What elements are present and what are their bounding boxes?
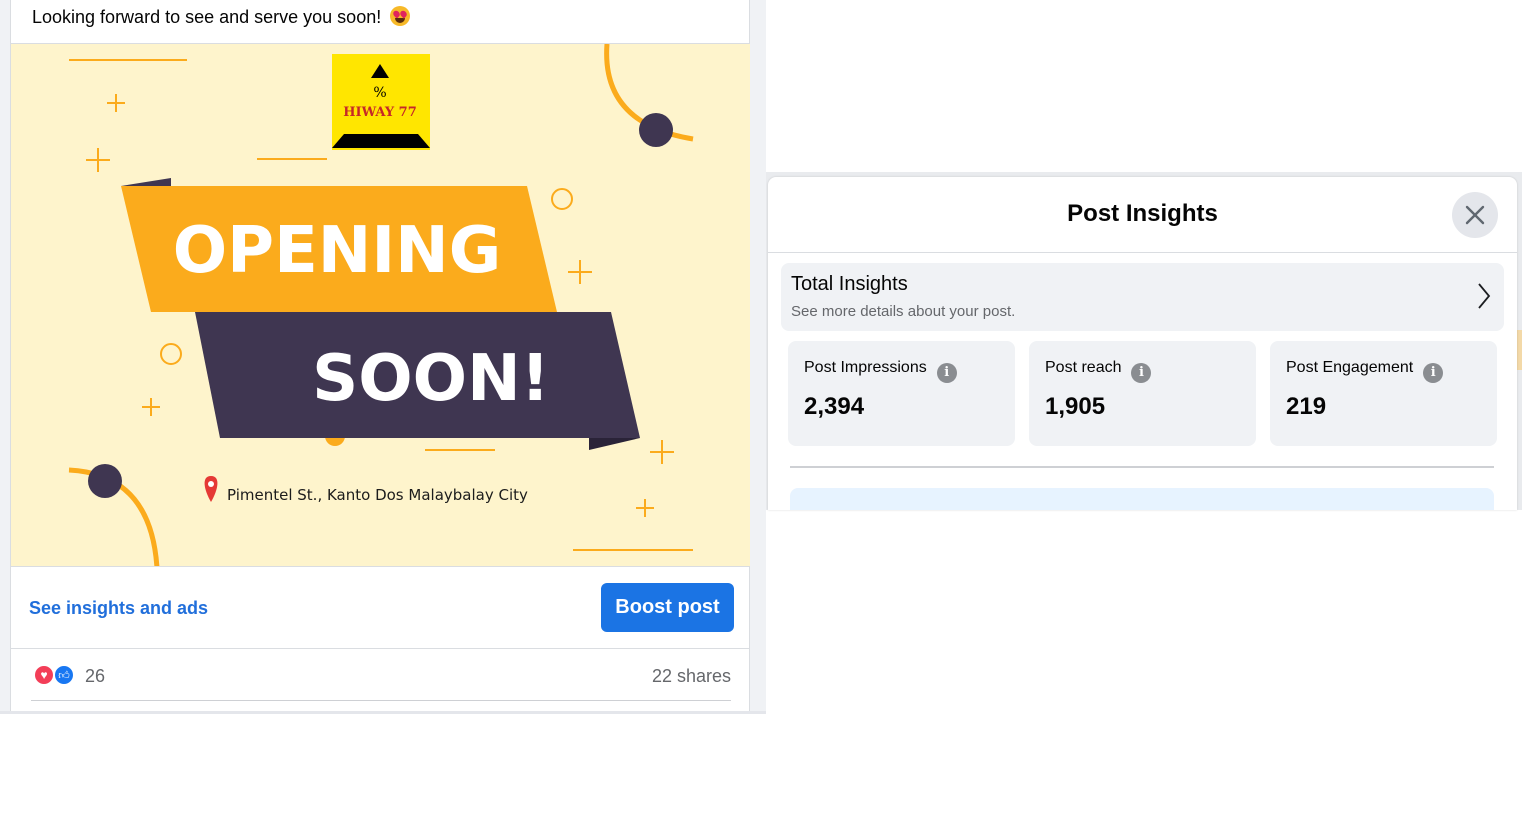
feed-bottom-border: [0, 711, 766, 714]
stat-label: Post Engagement i: [1286, 359, 1444, 383]
post-insights-modal: Post Insights Total Insights See more de…: [768, 177, 1517, 510]
shares-count[interactable]: 22 shares: [652, 666, 731, 687]
total-insights-subtitle: See more details about your post.: [791, 303, 1016, 320]
see-insights-link[interactable]: See insights and ads: [29, 598, 208, 619]
logo-text: HIWAY 77: [343, 105, 416, 120]
stat-label: Post reach i: [1045, 359, 1152, 383]
stat-card-reach: Post reach i 1,905: [1029, 341, 1256, 446]
modal-header: Post Insights: [768, 177, 1517, 253]
reaction-icons[interactable]: ♥ 👍︎: [33, 664, 79, 686]
post-action-row: See insights and ads Boost post: [11, 567, 750, 649]
reaction-count[interactable]: 26: [85, 666, 105, 687]
post-caption: Looking forward to see and serve you soo…: [32, 6, 411, 28]
total-insights-title: Total Insights: [791, 273, 908, 295]
stat-value: 219: [1286, 393, 1327, 420]
headline-opening: OPENING: [173, 214, 502, 288]
info-panel: [790, 488, 1494, 510]
chevron-right-icon: [1478, 283, 1491, 309]
headline-soon: SOON!: [312, 342, 550, 416]
location-text: Pimentel St., Kanto Dos Malaybalay City: [227, 486, 528, 504]
total-insights-row[interactable]: Total Insights See more details about yo…: [781, 263, 1504, 331]
heart-eyes-emoji-icon: [390, 6, 411, 26]
like-reaction-icon: 👍︎: [53, 664, 75, 686]
section-divider: [790, 466, 1494, 468]
svg-text:%: %: [373, 85, 386, 101]
boost-post-button[interactable]: Boost post: [601, 583, 734, 632]
reactions-row: ♥ 👍︎ 26 22 shares: [31, 649, 731, 701]
stat-card-impressions: Post Impressions i 2,394: [788, 341, 1015, 446]
close-button[interactable]: [1452, 192, 1498, 238]
stat-value: 1,905: [1045, 393, 1106, 420]
modal-title: Post Insights: [1067, 200, 1218, 227]
stat-label: Post Impressions i: [804, 359, 957, 383]
info-icon[interactable]: i: [936, 363, 957, 383]
post-card: Looking forward to see and serve you soo…: [10, 0, 750, 714]
stat-value: 2,394: [804, 393, 865, 420]
post-caption-text: Looking forward to see and serve you soo…: [32, 7, 382, 27]
opening-soon-graphic: % HIWAY 77 OPENING SOON! Pimentel St., K…: [11, 44, 750, 566]
love-reaction-icon: ♥: [33, 664, 55, 686]
info-icon[interactable]: i: [1423, 363, 1444, 383]
info-icon[interactable]: i: [1131, 363, 1152, 383]
close-icon: [1465, 205, 1485, 225]
post-image[interactable]: % HIWAY 77 OPENING SOON! Pimentel St., K…: [11, 43, 750, 567]
stat-card-engagement: Post Engagement i 219: [1270, 341, 1497, 446]
